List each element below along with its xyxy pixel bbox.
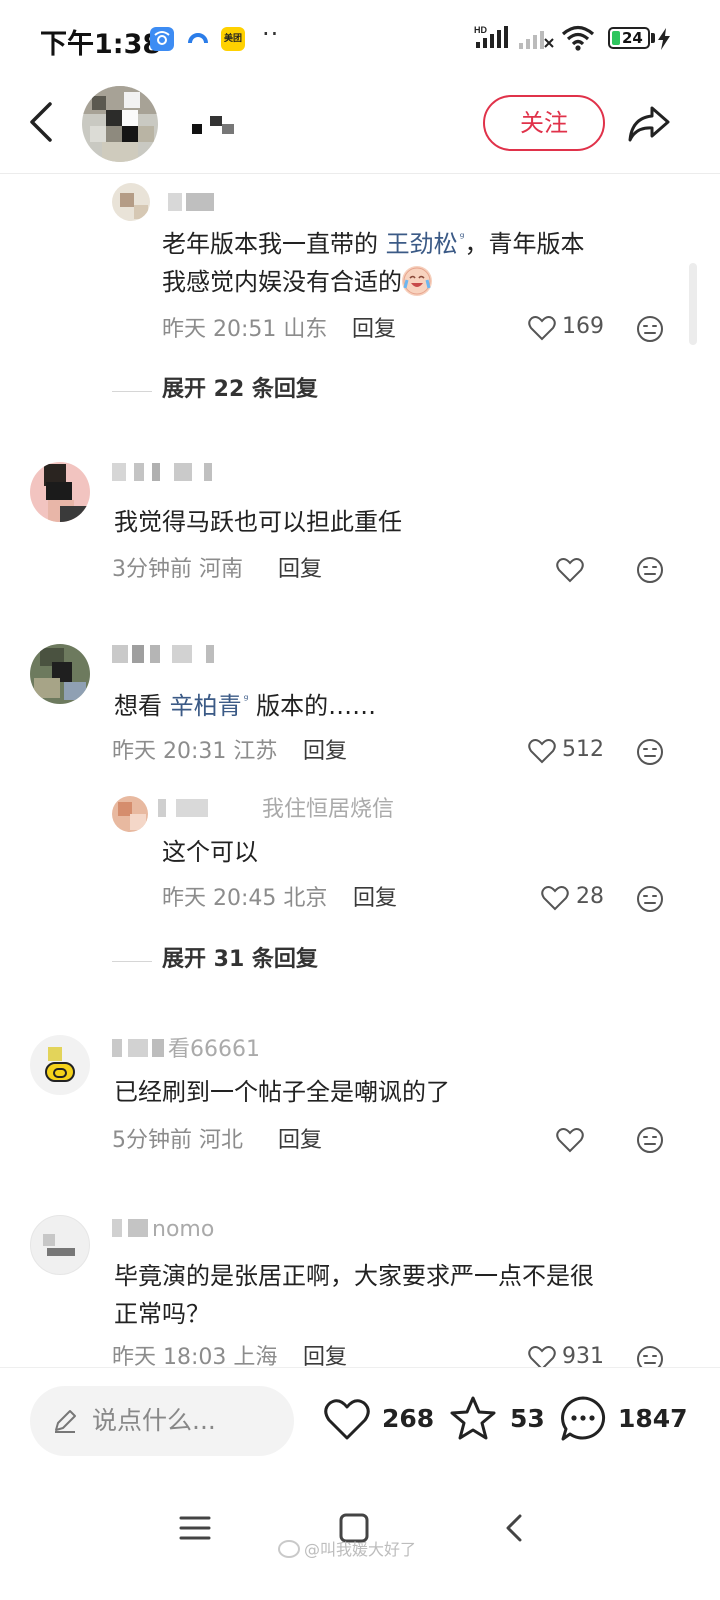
comment-meta: 昨天 18:03 上海 xyxy=(112,1345,278,1367)
back-nav-icon[interactable] xyxy=(494,1508,534,1548)
comment-text: 想看 辛柏青 ᵍ 版本的…… xyxy=(114,687,376,725)
comments-list[interactable]: 老年版本我一直带的 王劲松 ᵍ，青年版本 我感觉内娱没有合适的 昨天 20:51 … xyxy=(0,175,720,1367)
like-icon[interactable] xyxy=(556,1127,584,1153)
dislike-icon[interactable] xyxy=(636,1126,664,1154)
comment-text: 已经刷到一个帖子全是嘲讽的了 xyxy=(114,1078,450,1106)
reply-button[interactable]: 回复 xyxy=(353,884,397,914)
commenter-avatar[interactable] xyxy=(30,1215,90,1275)
author-avatar[interactable] xyxy=(82,86,158,162)
like-icon[interactable] xyxy=(322,1394,372,1444)
star-count: 53 xyxy=(510,1404,545,1433)
reply-button[interactable]: 回复 xyxy=(278,1126,322,1156)
dislike-icon[interactable] xyxy=(636,738,664,766)
like-count: 28 xyxy=(576,884,604,909)
author-name-blurred[interactable] xyxy=(192,116,238,134)
comment-input[interactable]: 说点什么... xyxy=(30,1386,294,1456)
follow-button[interactable]: 关注 xyxy=(483,95,605,151)
comment-meta: 昨天 20:45 北京 xyxy=(162,886,328,911)
battery-level: 24 xyxy=(622,29,643,47)
like-count: 512 xyxy=(562,737,604,762)
dislike-icon[interactable] xyxy=(636,315,664,343)
like-count: 931 xyxy=(562,1344,604,1367)
back-icon[interactable] xyxy=(22,98,62,146)
comment-icon[interactable] xyxy=(558,1394,608,1444)
commenter-avatar[interactable] xyxy=(30,644,90,704)
comment-text: 这个可以 xyxy=(162,838,258,866)
comment-input-placeholder: 说点什么... xyxy=(92,1406,216,1435)
commenter-avatar[interactable] xyxy=(30,462,90,522)
dislike-icon[interactable] xyxy=(636,1345,664,1367)
commenter-name-partial[interactable]: 我住恒居烧信 xyxy=(262,795,394,825)
comment-meta: 5分钟前 河北 xyxy=(112,1128,243,1153)
dislike-icon[interactable] xyxy=(636,885,664,913)
comment-text: 老年版本我一直带的 王劲松 ᵍ，青年版本 我感觉内娱没有合适的 xyxy=(162,225,682,301)
commenter-name-blurred[interactable] xyxy=(160,193,220,213)
comment-text: 我觉得马跃也可以担此重任 xyxy=(114,508,402,536)
expand-divider xyxy=(112,961,152,962)
wifi-icon xyxy=(561,25,595,51)
commenter-avatar[interactable] xyxy=(112,183,150,221)
like-count: 268 xyxy=(382,1404,435,1433)
weibo-logo-icon xyxy=(278,1540,300,1558)
app-notification-icon xyxy=(186,27,210,51)
comment-text: 毕竟演的是张居正啊，大家要求严一点不是很 正常吗？ xyxy=(114,1262,594,1328)
commenter-name-blurred[interactable] xyxy=(112,1219,152,1239)
battery-icon: 24 xyxy=(608,27,650,49)
charging-icon xyxy=(658,28,670,50)
signal-2-icon xyxy=(519,31,554,49)
comment-meta: 昨天 20:51 山东 xyxy=(162,317,328,342)
like-icon[interactable] xyxy=(528,315,556,341)
topic-link[interactable]: 王劲松 xyxy=(386,230,458,258)
commenter-avatar[interactable] xyxy=(30,1035,90,1095)
reply-button[interactable]: 回复 xyxy=(278,555,322,585)
reply-button[interactable]: 回复 xyxy=(303,737,347,767)
topic-link[interactable]: 辛柏青 xyxy=(170,692,242,720)
comment-count: 1847 xyxy=(618,1404,688,1433)
commenter-name-partial[interactable]: nomo xyxy=(152,1215,214,1245)
commenter-name-blurred[interactable] xyxy=(112,645,222,665)
commenter-name-blurred[interactable] xyxy=(112,463,222,483)
like-icon[interactable] xyxy=(556,557,584,583)
commenter-name-blurred[interactable] xyxy=(112,1039,172,1059)
share-icon[interactable] xyxy=(626,100,672,146)
menu-icon[interactable] xyxy=(175,1508,215,1548)
commenter-avatar[interactable] xyxy=(112,796,148,832)
comment-meta: 3分钟前 河南 xyxy=(112,557,243,582)
weibo-watermark: @叫我媛大好了 xyxy=(278,1539,416,1561)
signal-icon: HD xyxy=(474,25,508,48)
post-header: 关注 xyxy=(0,78,720,174)
dislike-icon[interactable] xyxy=(636,556,664,584)
scrollbar[interactable] xyxy=(689,263,697,345)
commenter-name-blurred[interactable] xyxy=(158,799,228,819)
app-notification-icon xyxy=(150,27,174,51)
system-nav-bar: @叫我媛大好了 xyxy=(0,1478,720,1600)
comment-meta: 昨天 20:31 江苏 xyxy=(112,739,278,764)
interaction-bar: 说点什么... 268 53 1847 xyxy=(0,1367,720,1477)
more-notifications-icon: ·· xyxy=(262,20,280,48)
status-bar: 下午1:38 美团 ·· HD 24 xyxy=(0,0,720,78)
crying-laugh-emoji-icon xyxy=(402,266,432,296)
like-icon[interactable] xyxy=(528,1345,556,1367)
expand-replies[interactable]: 展开 31 条回复 xyxy=(162,945,318,975)
expand-replies[interactable]: 展开 22 条回复 xyxy=(162,375,318,405)
like-icon[interactable] xyxy=(541,885,569,911)
like-count: 169 xyxy=(562,314,604,339)
expand-divider xyxy=(112,391,152,392)
commenter-name-partial[interactable]: 看66661 xyxy=(168,1035,260,1065)
like-icon[interactable] xyxy=(528,738,556,764)
reply-button[interactable]: 回复 xyxy=(352,315,396,345)
svg-text:HD: HD xyxy=(474,25,487,35)
pen-icon xyxy=(55,1410,76,1433)
battery-tip xyxy=(651,33,655,43)
star-icon[interactable] xyxy=(448,1394,498,1444)
status-time: 下午1:38 xyxy=(40,29,162,60)
reply-button[interactable]: 回复 xyxy=(303,1343,347,1367)
meituan-icon: 美团 xyxy=(221,27,245,51)
